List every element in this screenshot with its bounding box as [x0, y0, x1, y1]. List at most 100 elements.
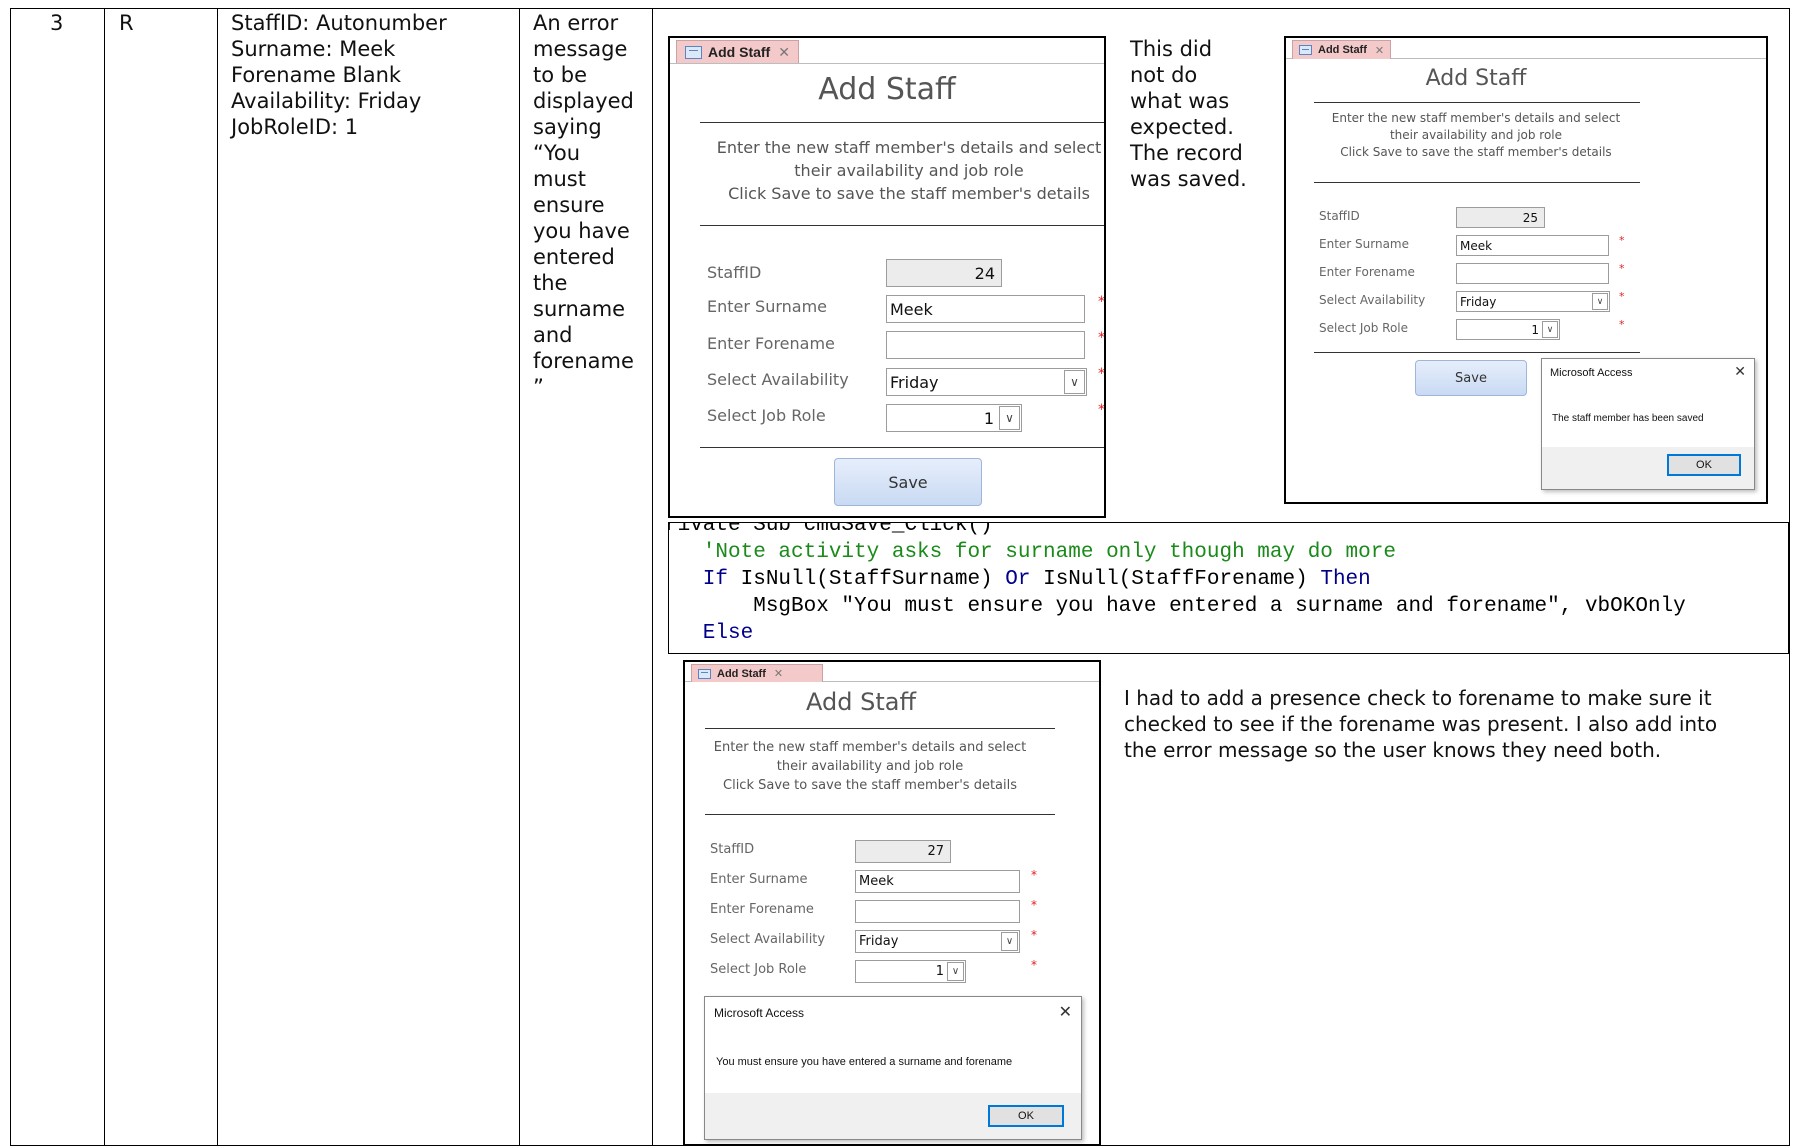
job-role-combo[interactable]: 1 ∨ [886, 404, 1022, 432]
surname-label: Enter Surname [1319, 237, 1409, 251]
surname-label: Enter Surname [707, 297, 827, 316]
forename-field[interactable] [855, 900, 1020, 923]
availability-value: Friday [859, 934, 899, 949]
forename-label: Enter Forename [1319, 265, 1415, 279]
close-icon[interactable]: ✕ [774, 667, 783, 680]
column-divider [104, 9, 105, 1145]
tab-add-staff[interactable]: Add Staff ✕ [1292, 40, 1392, 59]
availability-value: Friday [1460, 294, 1497, 309]
form-icon [685, 45, 702, 59]
save-button[interactable]: Save [1415, 360, 1527, 396]
required-marker: * [1098, 294, 1105, 310]
tab-label: Add Staff [717, 667, 766, 680]
staffid-field: 25 [1456, 207, 1545, 228]
form-instructions: Enter the new staff member's details and… [713, 740, 1027, 793]
forename-field[interactable] [886, 331, 1085, 359]
form-instructions: Enter the new staff member's details and… [1331, 111, 1621, 159]
chevron-down-icon[interactable]: ∨ [1001, 932, 1018, 951]
form-icon [1299, 45, 1312, 55]
job-role-combo[interactable]: 1 ∨ [855, 960, 966, 983]
availability-combo[interactable]: Friday ∨ [855, 930, 1020, 953]
job-role-label: Select Job Role [707, 406, 826, 425]
divider [1314, 102, 1640, 103]
vba-code-snippet: rivate Sub cmdSave_Click() 'Note activit… [668, 522, 1789, 654]
fix-comment: I had to add a presence check to forenam… [1124, 686, 1718, 762]
form-icon [698, 668, 711, 679]
forename-field[interactable] [1456, 263, 1609, 284]
tab-label: Add Staff [1318, 44, 1367, 56]
required-marker: * [1619, 262, 1625, 275]
tab-add-staff[interactable]: Add Staff ✕ [676, 40, 799, 63]
code-line-5: Else [668, 622, 754, 645]
save-button[interactable]: Save [834, 458, 982, 506]
dialog-footer: OK [1542, 447, 1754, 489]
required-marker: * [1098, 402, 1105, 418]
divider [700, 122, 1104, 123]
chevron-down-icon[interactable]: ∨ [1592, 293, 1608, 310]
availability-label: Select Availability [1319, 293, 1426, 307]
column-divider [519, 9, 520, 1145]
chevron-down-icon[interactable]: ∨ [999, 406, 1020, 430]
close-icon[interactable]: ✕ [1059, 1002, 1072, 1022]
divider [700, 225, 1104, 226]
tab-bar: Add Staff ✕ [685, 662, 1099, 682]
column-divider [217, 9, 218, 1145]
dialog-footer: OK [705, 1093, 1081, 1139]
ok-button[interactable]: OK [1667, 454, 1741, 476]
code-line-4: MsgBox "You must ensure you have entered… [668, 595, 1686, 618]
required-marker: * [1031, 868, 1037, 882]
close-icon[interactable]: ✕ [778, 44, 790, 61]
code-line-3: If IsNull(StaffSurname) Or IsNull(StaffF… [668, 568, 1371, 591]
code-line-2: 'Note activity asks for surname only tho… [668, 541, 1396, 564]
test-data: StaffID: Autonumber Surname: Meek Forena… [231, 11, 447, 139]
staffid-label: StaffID [1319, 209, 1360, 223]
staffid-label: StaffID [707, 263, 762, 282]
tab-bar: Add Staff ✕ [670, 38, 1104, 64]
test-type: R [119, 11, 134, 35]
expected-result: An error message to be displayed saying … [533, 11, 634, 399]
tab-add-staff[interactable]: Add Staff ✕ [691, 664, 823, 682]
forename-label: Enter Forename [710, 902, 814, 917]
surname-field[interactable]: Meek [855, 870, 1020, 893]
staffid-label: StaffID [710, 842, 755, 857]
chevron-down-icon[interactable]: ∨ [947, 962, 964, 981]
staffid-field: 24 [886, 259, 1002, 287]
divider [700, 447, 1104, 448]
job-role-label: Select Job Role [1319, 321, 1409, 335]
tab-label: Add Staff [708, 44, 771, 60]
saved-message-dialog: Microsoft Access ✕ The staff member has … [1541, 358, 1755, 490]
job-role-combo[interactable]: 1 ∨ [1456, 319, 1560, 340]
dialog-title: Microsoft Access [714, 1006, 805, 1020]
add-staff-form-screenshot-3: Add Staff ✕ Add Staff Enter the new staf… [683, 660, 1101, 1146]
surname-label: Enter Surname [710, 872, 808, 887]
form-title: Add Staff [1425, 66, 1527, 91]
form-title: Add Staff [806, 688, 916, 716]
job-role-value: 1 [935, 964, 944, 979]
dialog-title: Microsoft Access [1550, 367, 1633, 379]
close-icon[interactable]: ✕ [1375, 44, 1384, 57]
surname-field[interactable]: Meek [1456, 235, 1609, 256]
required-marker: * [1098, 330, 1105, 346]
availability-combo[interactable]: Friday ∨ [1456, 291, 1610, 312]
availability-label: Select Availability [710, 932, 826, 947]
close-icon[interactable]: ✕ [1734, 363, 1746, 380]
chevron-down-icon[interactable]: ∨ [1064, 370, 1085, 394]
dialog-message: You must ensure you have entered a surna… [716, 1056, 1013, 1068]
required-marker: * [1031, 928, 1037, 942]
required-marker: * [1098, 366, 1105, 382]
job-role-label: Select Job Role [710, 962, 807, 977]
dialog-message: The staff member has been saved [1552, 413, 1704, 424]
required-marker: * [1619, 318, 1625, 331]
form-title: Add Staff [818, 72, 956, 107]
divider [1314, 182, 1640, 183]
job-role-value: 1 [983, 408, 994, 428]
ok-button[interactable]: OK [988, 1105, 1064, 1127]
form-instructions: Enter the new staff member's details and… [716, 138, 1102, 203]
job-role-value: 1 [1531, 322, 1539, 337]
availability-combo[interactable]: Friday ∨ [886, 368, 1087, 396]
required-marker: * [1619, 234, 1625, 247]
surname-field[interactable]: Meek [886, 295, 1085, 323]
chevron-down-icon[interactable]: ∨ [1542, 321, 1558, 338]
actual-result-comment: This did not do what was expected. The r… [1130, 37, 1247, 191]
availability-label: Select Availability [707, 370, 849, 389]
